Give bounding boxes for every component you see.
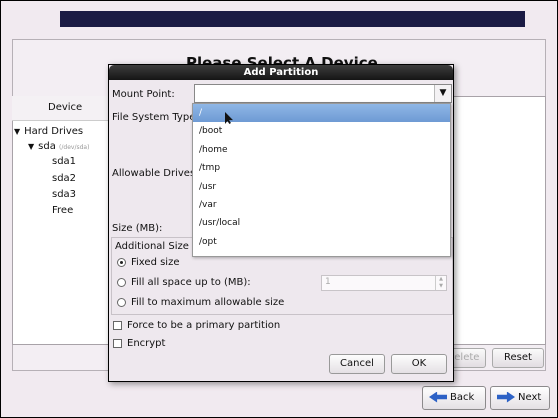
device-column-label: Device [48, 102, 83, 113]
mount-point-combobox[interactable]: ▼ [194, 84, 452, 103]
mount-option[interactable]: /home [193, 141, 450, 159]
tree-item-partition[interactable]: sda1 [52, 156, 76, 167]
radio-selected-icon [117, 257, 126, 267]
primary-partition-checkbox[interactable]: Force to be a primary partition [113, 320, 280, 331]
tree-item-hard-drives[interactable]: ▼ Hard Drives [14, 126, 83, 137]
file-system-type-label: File System Type: [112, 112, 199, 123]
mount-option[interactable]: /opt [193, 233, 450, 251]
allowable-drives-label: Allowable Drives: [112, 168, 199, 179]
chevron-down-icon[interactable]: ▼ [434, 85, 451, 102]
spinner-arrows-icon[interactable]: ▲ ▼ [435, 276, 446, 290]
expand-triangle-icon[interactable]: ▼ [14, 127, 20, 136]
fill-max-label: Fill to maximum allowable size [131, 297, 285, 308]
fill-max-radio[interactable]: Fill to maximum allowable size [117, 297, 284, 308]
mount-option[interactable]: /usr [193, 178, 450, 196]
checkbox-icon [113, 320, 122, 330]
cancel-button[interactable]: Cancel [329, 354, 385, 374]
radio-unselected-icon [117, 297, 126, 307]
mount-option[interactable]: /var [193, 196, 450, 214]
tree-item-label: Hard Drives [24, 126, 84, 137]
next-button[interactable]: Next [490, 386, 550, 410]
tree-item-free[interactable]: Free [52, 205, 73, 216]
fill-up-to-spinner[interactable]: 1 ▲ ▼ [321, 275, 447, 291]
next-label: Next [518, 392, 542, 403]
back-label: Back [450, 392, 475, 403]
ok-button[interactable]: OK [391, 354, 447, 374]
arrow-left-icon [429, 391, 447, 403]
size-label: Size (MB): [112, 223, 163, 234]
fill-up-to-label: Fill all space up to (MB): [131, 277, 251, 288]
mount-point-dropdown-list: / /boot /home /tmp /usr /var /usr/local … [192, 103, 451, 257]
mount-option[interactable]: /boot [193, 122, 450, 140]
encrypt-label: Encrypt [127, 338, 166, 349]
mount-option[interactable]: /tmp [193, 159, 450, 177]
mount-option[interactable]: /usr/local [193, 214, 450, 232]
disk-path: (/dev/sda) [59, 144, 90, 151]
dialog-title: Add Partition [109, 65, 453, 80]
tree-item-disk[interactable]: ▼ sda (/dev/sda) [28, 141, 89, 152]
header-banner [60, 11, 525, 27]
tree-item-partition[interactable]: sda2 [52, 173, 76, 184]
arrow-right-icon [497, 391, 515, 403]
device-column-header[interactable]: Device [12, 96, 111, 121]
fill-up-to-radio[interactable]: Fill all space up to (MB): [117, 277, 251, 288]
tree-item-partition[interactable]: sda3 [52, 189, 76, 200]
radio-unselected-icon [117, 277, 126, 287]
fill-up-to-value: 1 [325, 277, 331, 287]
encrypt-checkbox[interactable]: Encrypt [113, 338, 165, 349]
mount-point-label: Mount Point: [112, 89, 175, 100]
reset-button[interactable]: Reset [492, 348, 544, 368]
fixed-size-label: Fixed size [131, 257, 180, 268]
disk-name: sda [38, 141, 56, 152]
checkbox-icon [113, 338, 122, 348]
primary-partition-label: Force to be a primary partition [127, 320, 281, 331]
back-button[interactable]: Back [422, 386, 486, 410]
fixed-size-radio[interactable]: Fixed size [117, 257, 179, 268]
expand-triangle-icon[interactable]: ▼ [28, 142, 34, 151]
